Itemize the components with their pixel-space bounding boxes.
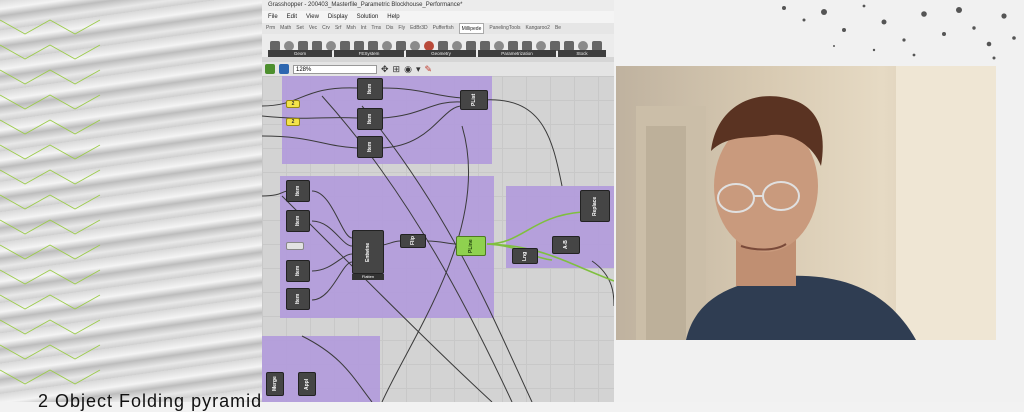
grasshopper-canvas[interactable]: 2 2 Item Item Item PList Item Item Item … xyxy=(262,76,614,402)
tab-edbr3d[interactable]: EdBr3D xyxy=(410,23,428,34)
tab-prm[interactable]: Prm xyxy=(266,23,275,34)
component-icon[interactable] xyxy=(396,40,406,51)
subtraction-component[interactable]: A-B xyxy=(552,236,580,254)
webcam-feed xyxy=(616,66,996,340)
render-preview xyxy=(0,0,262,402)
component-icon[interactable] xyxy=(578,40,588,51)
preview-eye-icon[interactable]: ◉ xyxy=(404,64,412,74)
list-item-component[interactable]: Item xyxy=(357,108,383,130)
group-label-fesystem[interactable]: FESystem xyxy=(334,50,404,57)
component-icon[interactable] xyxy=(410,40,420,51)
entwine-component[interactable]: Entwine xyxy=(352,230,384,274)
person-image xyxy=(636,66,996,340)
component-icon[interactable] xyxy=(382,40,392,51)
apply-component[interactable]: Appl xyxy=(298,372,316,396)
component-icon[interactable] xyxy=(466,40,476,51)
window-title: Grasshopper - 200403_Masterfile_Parametr… xyxy=(262,0,614,11)
number-slider[interactable]: 2 xyxy=(286,100,300,108)
tab-pufferfish[interactable]: Pufferfish xyxy=(433,23,454,34)
tab-dis[interactable]: Dis xyxy=(386,23,393,34)
list-item-component[interactable]: Item xyxy=(357,136,383,158)
number-slider[interactable]: 2 xyxy=(286,118,300,126)
list-item-component[interactable]: Item xyxy=(357,78,383,100)
save-file-icon[interactable] xyxy=(279,64,289,74)
component-icon[interactable] xyxy=(480,40,490,51)
menu-display[interactable]: Display xyxy=(328,11,348,23)
group-label-stock[interactable]: Stock xyxy=(558,50,606,57)
chevron-down-icon[interactable]: ▾ xyxy=(416,64,421,74)
sketch-icon[interactable]: ⊞ xyxy=(393,64,401,74)
component-icon[interactable] xyxy=(270,40,280,51)
list-item-component[interactable]: Item xyxy=(286,180,310,202)
component-icon[interactable] xyxy=(438,40,448,51)
component-icon[interactable] xyxy=(298,40,308,51)
polyline-component[interactable]: PList xyxy=(460,90,488,110)
tab-msh[interactable]: Msh xyxy=(346,23,355,34)
panel-component[interactable] xyxy=(286,242,304,250)
menu-file[interactable]: File xyxy=(268,11,278,23)
tab-math[interactable]: Math xyxy=(280,23,291,34)
polyline-component[interactable]: PLine xyxy=(456,236,486,256)
component-icon[interactable] xyxy=(508,40,518,51)
component-icon[interactable] xyxy=(340,40,350,51)
component-icon[interactable] xyxy=(312,40,322,51)
tab-set[interactable]: Set xyxy=(296,23,304,34)
group-label-geometry[interactable]: Geometry xyxy=(406,50,476,57)
zoom-extents-icon[interactable]: ✥ xyxy=(381,64,389,74)
menu-edit[interactable]: Edit xyxy=(287,11,297,23)
length-component[interactable]: Lng xyxy=(512,248,538,264)
group-label-geom[interactable]: Geom xyxy=(268,50,332,57)
list-item-component[interactable]: Item xyxy=(286,210,310,232)
zoom-field[interactable]: 128% xyxy=(293,64,377,74)
tab-millipede[interactable]: Millipede xyxy=(458,23,485,34)
component-icon[interactable] xyxy=(592,40,602,51)
merge-component[interactable]: Merge xyxy=(266,372,284,396)
video-pane xyxy=(614,0,1024,402)
open-file-icon[interactable] xyxy=(265,64,275,74)
tab-trns[interactable]: Trns xyxy=(371,23,381,34)
canvas-toolbar: 128% ✥ ⊞ ◉ ▾ ✎ xyxy=(262,62,614,76)
tab-crv[interactable]: Crv xyxy=(322,23,330,34)
replace-component[interactable]: Replace xyxy=(580,190,610,222)
flip-component[interactable]: Flip xyxy=(400,234,426,248)
list-item-component[interactable]: Item xyxy=(286,288,310,310)
component-icon[interactable] xyxy=(368,40,378,51)
component-icon[interactable] xyxy=(354,40,364,51)
ribbon-group-labels: Geom FESystem Geometry Parametrization S… xyxy=(262,50,614,57)
group-label-parametrization[interactable]: Parametrization xyxy=(478,50,556,57)
component-tabs: Prm Math Set Vec Crv Srf Msh Int Trns Di… xyxy=(262,23,614,34)
zigzag-pattern xyxy=(0,19,101,385)
tab-int[interactable]: Int xyxy=(361,23,367,34)
tab-vec[interactable]: Vec xyxy=(309,23,317,34)
component-icon[interactable] xyxy=(326,40,336,51)
component-icon[interactable] xyxy=(564,40,574,51)
component-icon[interactable] xyxy=(550,40,560,51)
component-icon[interactable] xyxy=(536,40,546,51)
tab-kangaroo2[interactable]: Kangaroo2 xyxy=(526,23,550,34)
tab-srf[interactable]: Srf xyxy=(335,23,341,34)
flatten-caption: Flatten xyxy=(352,274,384,280)
component-icon[interactable] xyxy=(452,40,462,51)
grasshopper-window: Grasshopper - 200403_Masterfile_Parametr… xyxy=(262,0,614,402)
component-icon[interactable] xyxy=(494,40,504,51)
tab-be[interactable]: Be xyxy=(555,23,561,34)
component-icon[interactable] xyxy=(424,40,434,51)
paint-icon[interactable]: ✎ xyxy=(424,64,432,74)
splatter-texture xyxy=(782,4,1016,60)
menu-bar: File Edit View Display Solution Help xyxy=(262,11,614,23)
menu-solution[interactable]: Solution xyxy=(357,11,379,23)
tab-panelingtools[interactable]: PanelingTools xyxy=(489,23,520,34)
menu-view[interactable]: View xyxy=(306,11,319,23)
tab-fly[interactable]: Fly xyxy=(398,23,405,34)
component-icon[interactable] xyxy=(522,40,532,51)
component-icon[interactable] xyxy=(284,40,294,51)
menu-help[interactable]: Help xyxy=(387,11,399,23)
list-item-component[interactable]: Item xyxy=(286,260,310,282)
